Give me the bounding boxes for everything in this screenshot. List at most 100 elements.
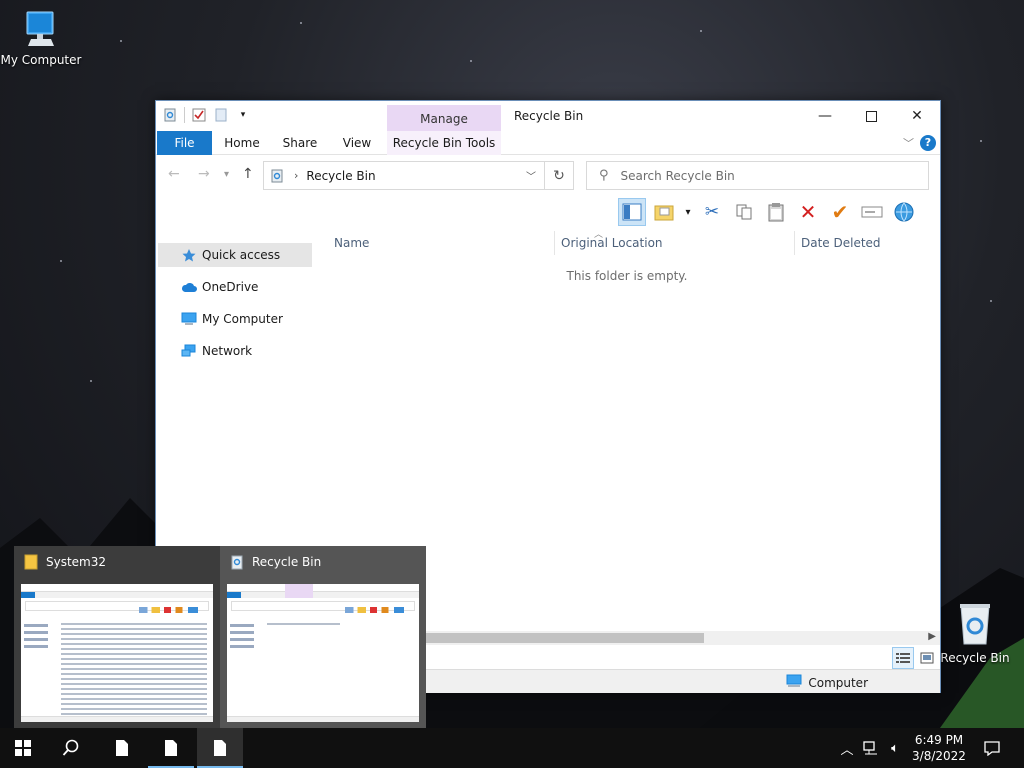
taskbar-thumbnail-preview: System32 Recycle Bin <box>14 546 426 728</box>
window-title: Recycle Bin <box>514 109 584 123</box>
globe-icon[interactable] <box>890 198 918 226</box>
command-toolbar: ▾ ✂ ✕ ✔ <box>618 197 938 227</box>
search-button[interactable] <box>48 728 94 768</box>
new-folder-icon[interactable] <box>213 107 229 123</box>
nav-item-quick-access[interactable]: Quick access <box>158 243 312 267</box>
taskbar-app-2[interactable] <box>148 728 194 768</box>
recent-locations-button[interactable]: ▾ <box>224 169 229 180</box>
taskbar-app-1[interactable] <box>99 728 145 768</box>
nav-item-label: OneDrive <box>202 280 259 294</box>
chevron-down-icon[interactable]: ﹀ <box>526 168 536 183</box>
tab-view[interactable]: View <box>336 131 378 155</box>
desktop-icon-my-computer[interactable]: My Computer <box>0 10 82 67</box>
thumbnail-recycle-bin[interactable]: Recycle Bin <box>220 546 426 728</box>
details-view-icon <box>896 653 910 663</box>
recycle-bin-small-icon <box>162 107 178 123</box>
desktop-icon-label: My Computer <box>0 53 82 67</box>
thumbnail-title: Recycle Bin <box>230 554 321 570</box>
customize-qat-icon[interactable]: ▾ <box>235 107 251 123</box>
document-icon <box>214 740 226 756</box>
network-icon <box>180 344 198 358</box>
tab-share[interactable]: Share <box>278 131 322 155</box>
close-button[interactable]: ✕ <box>894 101 940 131</box>
column-header-name[interactable]: Name <box>314 231 554 255</box>
folder-icon <box>24 554 38 570</box>
clock-time: 6:49 PM <box>914 733 964 747</box>
rename-icon[interactable] <box>858 198 886 226</box>
ribbon-tabs: File Home Share View Recycle Bin Tools ﹀… <box>156 131 940 155</box>
contextual-tab-manage[interactable]: Manage <box>387 105 501 133</box>
start-button[interactable] <box>0 728 46 768</box>
new-item-button[interactable] <box>650 198 678 226</box>
desktop-icon-recycle-bin[interactable]: Recycle Bin <box>934 602 1016 665</box>
thumbnail-system32[interactable]: System32 <box>14 546 220 728</box>
properties-icon[interactable] <box>191 107 207 123</box>
help-icon[interactable]: ? <box>920 135 936 151</box>
thumbnail-title-label: System32 <box>46 555 107 569</box>
volume-icon[interactable]: 🔈︎ <box>884 728 906 768</box>
star <box>60 260 62 262</box>
star <box>470 60 472 62</box>
nav-item-label: Network <box>202 344 253 358</box>
maximize-button[interactable] <box>848 101 894 131</box>
document-icon <box>116 740 128 756</box>
show-hidden-icons-button[interactable]: ︿ <box>838 728 856 768</box>
folder-icon <box>654 205 674 221</box>
new-item-dropdown[interactable]: ▾ <box>682 198 694 226</box>
scroll-right-icon[interactable]: ▶ <box>928 631 936 642</box>
thumbnail-image <box>227 584 419 722</box>
star <box>120 40 122 42</box>
thumbnail-image <box>21 584 213 722</box>
star <box>990 300 992 302</box>
expand-ribbon-icon[interactable]: ﹀ <box>903 135 914 151</box>
clock[interactable]: 6:49 PM 3/8/2022 <box>904 732 974 764</box>
tab-recycle-bin-tools[interactable]: Recycle Bin Tools <box>387 131 501 155</box>
forward-button[interactable]: → <box>198 166 210 182</box>
details-view-button[interactable] <box>892 647 914 669</box>
tab-home[interactable]: Home <box>220 131 264 155</box>
title-bar: ▾ Manage Recycle Bin — ✕ <box>156 101 940 133</box>
desktop-icon-label: Recycle Bin <box>940 651 1010 665</box>
search-box[interactable]: ⚲ <box>586 161 929 190</box>
taskbar-app-explorer[interactable] <box>197 728 243 768</box>
empty-folder-message: This folder is empty. <box>566 269 688 283</box>
nav-item-my-computer[interactable]: My Computer <box>158 307 312 331</box>
star <box>90 380 92 382</box>
copy-icon[interactable] <box>730 198 758 226</box>
up-button[interactable]: ↑ <box>242 166 254 182</box>
delete-icon[interactable]: ✕ <box>794 198 822 226</box>
cut-icon[interactable]: ✂ <box>698 198 726 226</box>
star <box>700 30 702 32</box>
action-center-button[interactable] <box>980 728 1004 768</box>
checkmark-icon[interactable]: ✔ <box>826 198 854 226</box>
minimize-button[interactable]: — <box>802 101 848 131</box>
nav-item-onedrive[interactable]: OneDrive <box>158 275 312 299</box>
search-icon <box>62 739 79 756</box>
refresh-button[interactable]: ↻ <box>545 161 574 190</box>
star <box>980 140 982 142</box>
computer-icon <box>26 11 54 46</box>
preview-pane-button[interactable] <box>618 198 646 226</box>
back-button[interactable]: ← <box>168 166 180 182</box>
recycle-bin-icon <box>960 604 990 645</box>
address-bar[interactable]: › Recycle Bin ﹀ <box>263 161 545 190</box>
large-icons-view-button[interactable] <box>916 647 938 669</box>
chevron-right-icon: › <box>294 169 299 182</box>
column-header-date-deleted[interactable]: Date Deleted <box>794 231 940 255</box>
document-icon <box>165 740 177 756</box>
column-header-original-location[interactable]: Original Location <box>554 231 794 255</box>
taskbar: ︿ 🔈︎ 6:49 PM 3/8/2022 <box>0 728 1024 768</box>
nav-item-label: Quick access <box>202 248 281 262</box>
tab-file[interactable]: File <box>157 131 212 155</box>
nav-item-network[interactable]: Network <box>158 339 312 363</box>
network-tray-icon[interactable] <box>860 728 882 768</box>
paste-icon[interactable] <box>762 198 790 226</box>
cloud-icon <box>180 282 198 293</box>
recycle-bin-small-icon <box>230 554 244 570</box>
search-input[interactable] <box>620 168 911 183</box>
pane-icon <box>622 203 642 221</box>
star-icon <box>180 248 198 262</box>
breadcrumb[interactable]: Recycle Bin <box>306 169 375 183</box>
quick-access-toolbar: ▾ <box>162 107 251 123</box>
computer-icon <box>180 312 198 326</box>
